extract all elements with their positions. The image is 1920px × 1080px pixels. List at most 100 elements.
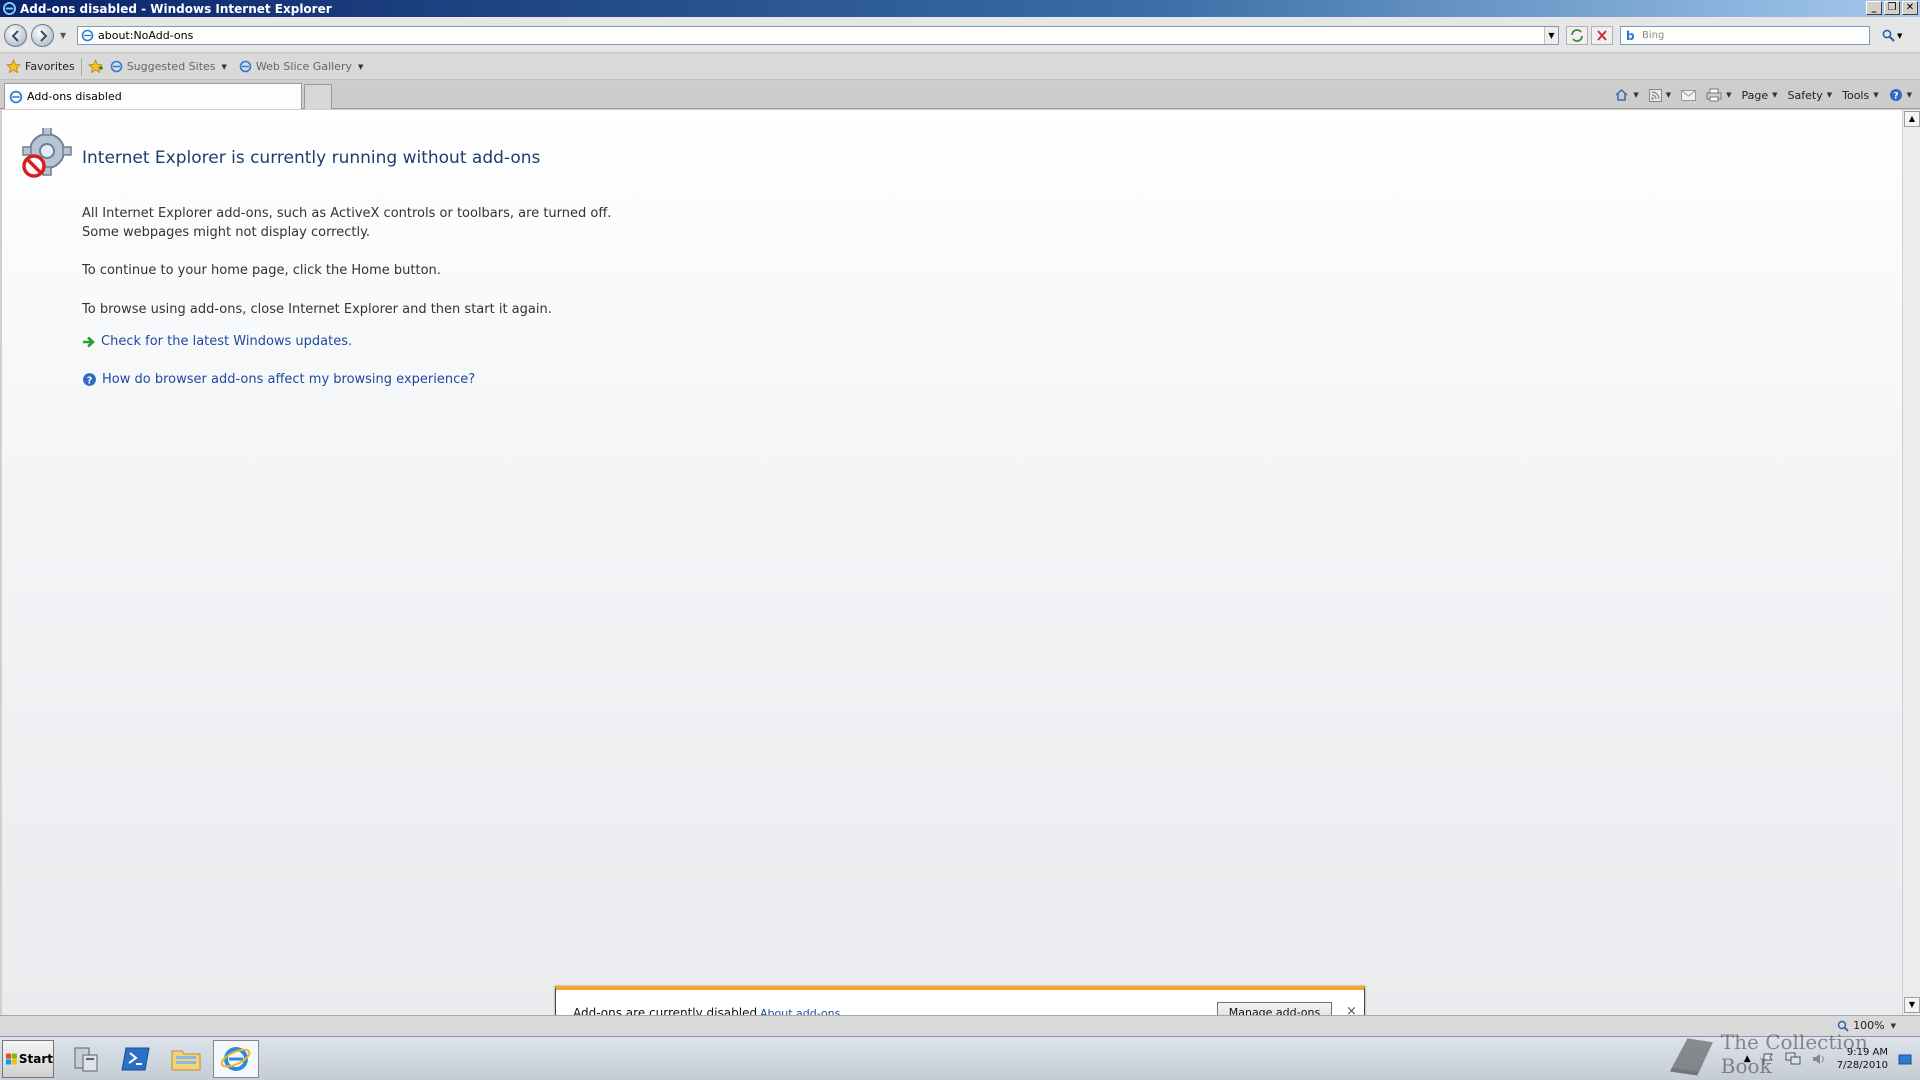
window-title: Add-ons disabled - Windows Internet Expl…: [20, 1, 332, 16]
back-button[interactable]: [4, 24, 27, 47]
favorites-button[interactable]: Favorites: [6, 59, 75, 74]
ie-page-icon: [9, 90, 23, 103]
svg-text:?: ?: [1893, 92, 1898, 102]
back-arrow-icon: [11, 30, 19, 42]
tab-strip: Add-ons disabled ▼ ▼ ▼ Page ▼ Safety ▼ T…: [0, 81, 1920, 109]
chevron-down-icon: ▼: [221, 62, 227, 71]
restore-button[interactable]: ❐: [1884, 1, 1900, 15]
new-tab-button[interactable]: [304, 84, 332, 109]
book-logo-icon: [1669, 1038, 1713, 1076]
add-to-favorites-bar-button[interactable]: [87, 59, 104, 74]
window-title-bar[interactable]: Add-ons disabled - Windows Internet Expl…: [0, 0, 1920, 17]
add-favorite-icon: [87, 59, 103, 74]
vertical-scrollbar[interactable]: ▲ ▼: [1902, 110, 1920, 1015]
tab-add-ons-disabled[interactable]: Add-ons disabled: [4, 83, 302, 109]
chevron-down-icon: ▼: [1873, 91, 1879, 99]
home-icon: [1615, 88, 1628, 101]
chevron-down-icon: ▼: [357, 62, 364, 71]
ie-page-icon: [110, 60, 123, 73]
chevron-down-icon: ▼: [1826, 91, 1833, 99]
refresh-button[interactable]: [1566, 26, 1588, 45]
help-icon: ?: [83, 373, 96, 386]
windows-updates-link[interactable]: Check for the latest Windows updates.: [82, 334, 352, 349]
taskbar-server-manager[interactable]: [63, 1040, 109, 1078]
taskbar-internet-explorer[interactable]: [213, 1040, 259, 1078]
read-mail-button[interactable]: [1681, 89, 1697, 101]
favorites-bar: Favorites Suggested Sites ▼ Web Slice Ga…: [0, 54, 1920, 80]
bing-icon: b: [1626, 29, 1635, 43]
server-manager-icon: [74, 1047, 98, 1072]
chevron-down-icon: ▼: [1665, 91, 1672, 99]
safety-menu-button[interactable]: Safety ▼: [1788, 89, 1833, 102]
page-menu-button[interactable]: Page ▼: [1742, 89, 1778, 102]
status-bar: 100% ▼: [0, 1015, 1920, 1036]
search-button[interactable]: ▼: [1876, 26, 1912, 45]
recent-pages-dropdown-icon[interactable]: ▼: [60, 31, 66, 40]
help-button[interactable]: ? ▼: [1889, 88, 1912, 102]
restart-text: To browse using add-ons, close Internet …: [82, 302, 552, 317]
address-bar[interactable]: about:NoAdd-ons ▼: [77, 26, 1559, 45]
safety-menu-label: Safety: [1787, 88, 1823, 102]
taskbar: Start ▲ 9:19 AM 7/28/2010: [0, 1036, 1920, 1080]
taskbar-powershell[interactable]: [113, 1040, 159, 1078]
add-ons-help-link-text: How do browser add-ons affect my browsin…: [102, 372, 476, 387]
refresh-icon: [1571, 29, 1583, 42]
page-content: [2, 110, 1902, 1015]
ie-page-icon: [239, 60, 252, 73]
green-arrow-icon: [83, 336, 95, 347]
tools-menu-button[interactable]: Tools ▼: [1842, 89, 1879, 102]
windows-updates-link-text: Check for the latest Windows updates.: [101, 334, 353, 349]
favorites-label: Favorites: [25, 60, 75, 73]
add-ons-off-line-2: Some webpages might not display correctl…: [82, 225, 371, 240]
web-slice-gallery-label: Web Slice Gallery: [255, 60, 352, 73]
powershell-icon: [121, 1047, 150, 1071]
chevron-down-icon: ▼: [1726, 91, 1732, 99]
home-button[interactable]: ▼: [1614, 88, 1639, 102]
add-ons-off-text: All Internet Explorer add-ons, such as A…: [82, 204, 611, 242]
taskbar-windows-explorer[interactable]: [163, 1040, 209, 1078]
suggested-sites-label: Suggested Sites: [126, 60, 216, 73]
search-options-icon[interactable]: ▼: [1897, 32, 1902, 40]
svg-text:?: ?: [87, 375, 93, 386]
close-window-button[interactable]: ✕: [1902, 1, 1918, 15]
forward-button[interactable]: [31, 24, 54, 47]
internet-explorer-icon: [220, 1047, 251, 1071]
navigation-bar: ▼ about:NoAdd-ons ▼ b Bing ▼: [0, 17, 1920, 53]
scroll-down-button[interactable]: ▼: [1904, 997, 1920, 1013]
start-label: Start: [18, 1052, 53, 1066]
print-button[interactable]: ▼: [1706, 88, 1732, 102]
tab-label: Add-ons disabled: [27, 90, 122, 103]
command-bar: ▼ ▼ ▼ Page ▼ Safety ▼ Tools ▼ ? ▼: [1614, 85, 1912, 105]
add-ons-help-link[interactable]: ? How do browser add-ons affect my brows…: [82, 372, 475, 387]
chevron-down-icon: ▼: [1890, 1021, 1896, 1030]
chevron-down-icon: ▼: [1772, 91, 1778, 99]
home-button-text: To continue to your home page, click the…: [82, 263, 441, 278]
mail-icon: [1681, 90, 1697, 101]
page-menu-label: Page: [1741, 88, 1769, 102]
minimize-button[interactable]: _: [1866, 1, 1882, 15]
star-icon: [6, 59, 21, 74]
add-ons-disabled-icon: [22, 128, 72, 178]
address-url: about:NoAdd-ons: [98, 29, 194, 42]
printer-icon: [1706, 88, 1722, 102]
web-slice-gallery-link[interactable]: Web Slice Gallery ▼: [239, 60, 363, 73]
stop-icon: [1597, 30, 1607, 41]
watermark-text: The Collection Book: [1720, 1030, 1868, 1078]
chevron-down-icon: ▼: [1906, 91, 1912, 99]
help-icon: ?: [1889, 89, 1902, 102]
chevron-down-icon: ▼: [1633, 91, 1639, 99]
start-button[interactable]: Start: [2, 1040, 54, 1078]
search-placeholder: Bing: [1642, 30, 1665, 41]
feeds-button[interactable]: ▼: [1648, 88, 1672, 102]
suggested-sites-link[interactable]: Suggested Sites ▼: [110, 60, 227, 73]
scroll-up-button[interactable]: ▲: [1904, 111, 1920, 127]
address-dropdown-button[interactable]: ▼: [1544, 27, 1558, 44]
page-title: Internet Explorer is currently running w…: [82, 148, 541, 168]
tools-menu-label: Tools: [1842, 88, 1870, 102]
watermark: The Collection Book: [1668, 1030, 1920, 1078]
magnifier-icon: [1882, 29, 1895, 42]
search-input[interactable]: b Bing: [1620, 26, 1870, 45]
ie-logo-icon: [3, 2, 16, 15]
folder-icon: [171, 1050, 201, 1071]
stop-button[interactable]: [1591, 26, 1613, 45]
